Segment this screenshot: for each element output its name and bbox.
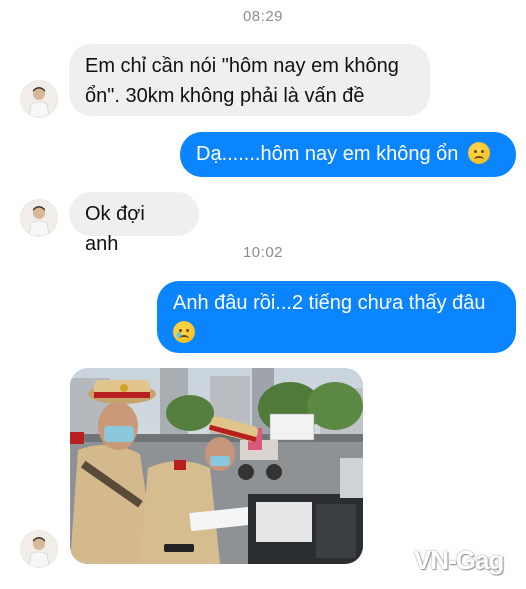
- timestamp: 10:02: [242, 244, 284, 261]
- person-avatar-icon: [21, 81, 57, 117]
- person-avatar-icon: [21, 531, 57, 567]
- message-bubble-incoming[interactable]: Em chỉ cần nói "hôm nay em không ổn". 30…: [69, 44, 430, 116]
- message-text-line: Em chỉ cần nói "hôm nay em không: [85, 55, 399, 77]
- traffic-police-photo-image: [70, 368, 363, 564]
- message-photo[interactable]: [70, 368, 363, 564]
- contact-avatar[interactable]: [20, 530, 58, 568]
- watermark-logo: VN-Gag: [414, 545, 504, 575]
- contact-avatar[interactable]: [20, 80, 58, 118]
- message-bubble-incoming[interactable]: Ok đợi anh: [69, 192, 199, 255]
- message-bubble-outgoing[interactable]: Dạ.......hôm nay em không ổn: [180, 132, 516, 177]
- contact-avatar[interactable]: [20, 199, 58, 237]
- message-text: Anh đâu rồi...2 tiếng chưa thấy đâu: [173, 292, 486, 314]
- message-text-line: ổn". 30km không phải là vấn đề: [85, 85, 365, 107]
- person-avatar-icon: [21, 200, 57, 236]
- timestamp: 08:29: [242, 8, 284, 25]
- sad-face-emoji-icon: [467, 142, 490, 164]
- message-bubble-outgoing[interactable]: Anh đâu rồi...2 tiếng chưa thấy đâu: [157, 281, 516, 353]
- message-text: Dạ.......hôm nay em không ổn: [196, 143, 459, 165]
- crying-face-emoji-icon: [173, 321, 195, 343]
